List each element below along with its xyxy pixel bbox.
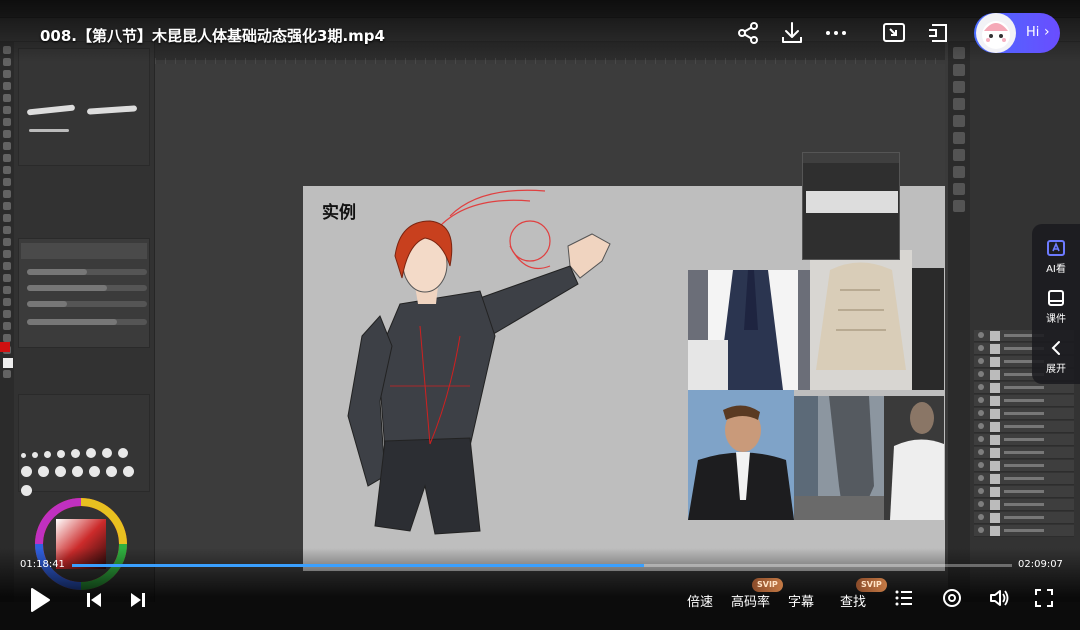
skip-next-icon bbox=[131, 593, 145, 607]
progress-played bbox=[72, 564, 645, 567]
recorded-tool-column bbox=[0, 42, 14, 602]
search-button[interactable]: 查找 bbox=[840, 591, 866, 610]
download-icon[interactable] bbox=[779, 20, 805, 46]
recorded-layer-row bbox=[974, 447, 1074, 459]
speed-button[interactable]: 倍速 bbox=[687, 591, 713, 610]
side-menu: AI看 课件 展开 bbox=[1032, 224, 1080, 384]
recorded-layer-row bbox=[974, 525, 1074, 537]
side-item-label: 课件 bbox=[1046, 314, 1066, 325]
reference-photo-vest bbox=[688, 270, 810, 390]
picture-in-picture-icon[interactable] bbox=[881, 20, 907, 46]
assistant-avatar-icon bbox=[976, 13, 1016, 53]
chevron-left-icon bbox=[1051, 341, 1060, 355]
courseware-icon bbox=[1048, 290, 1064, 306]
recorded-layer-row bbox=[974, 512, 1074, 524]
svip-badge: SVIP bbox=[856, 578, 887, 592]
share-icon[interactable] bbox=[735, 20, 761, 46]
recorded-layer-row bbox=[974, 408, 1074, 420]
bottom-gradient bbox=[0, 548, 1080, 630]
target-icon bbox=[943, 589, 961, 607]
playlist-button[interactable] bbox=[894, 588, 914, 612]
recorded-layer-row bbox=[974, 460, 1074, 472]
recorded-layer-row bbox=[974, 473, 1074, 485]
skip-previous-icon bbox=[87, 593, 101, 607]
side-item-expand[interactable]: 展开 bbox=[1032, 330, 1080, 380]
reference-photo-sweater bbox=[810, 250, 912, 390]
figure-illustration bbox=[347, 189, 611, 535]
next-button[interactable] bbox=[128, 590, 148, 614]
ai-view-icon bbox=[1047, 240, 1065, 256]
quality-button[interactable]: 高码率 bbox=[731, 591, 770, 610]
fullscreen-button[interactable] bbox=[1033, 587, 1055, 613]
play-button[interactable] bbox=[28, 587, 52, 617]
recorded-layer-row bbox=[974, 499, 1074, 511]
recorded-right-tools bbox=[948, 42, 970, 602]
recorded-layer-row bbox=[974, 486, 1074, 498]
side-item-label: 展开 bbox=[1046, 364, 1066, 375]
recorded-floating-panel bbox=[802, 152, 900, 260]
recorded-layer-row bbox=[974, 434, 1074, 446]
ai-assistant-button[interactable]: Hi › bbox=[974, 13, 1060, 53]
recorded-layer-row bbox=[974, 395, 1074, 407]
reference-photo-partial bbox=[912, 268, 944, 390]
recorded-layer-row bbox=[974, 421, 1074, 433]
cast-icon[interactable] bbox=[926, 20, 952, 46]
recorded-brush-size-dots bbox=[18, 445, 138, 502]
volume-icon bbox=[990, 590, 1009, 606]
assistant-label: Hi bbox=[1026, 25, 1040, 40]
side-item-label: AI看 bbox=[1046, 264, 1066, 275]
progress-bar[interactable] bbox=[72, 564, 1012, 567]
video-title: 008.【第八节】木昆昆人体基础动态强化3期.mp4 bbox=[40, 27, 385, 45]
playlist-icon bbox=[895, 590, 912, 606]
total-time: 02:09:07 bbox=[1018, 559, 1063, 570]
previous-button[interactable] bbox=[84, 590, 104, 614]
volume-button[interactable] bbox=[988, 587, 1010, 613]
current-time: 01:18:41 bbox=[20, 559, 65, 570]
more-icon[interactable] bbox=[823, 20, 849, 46]
reference-photo-leather-jacket bbox=[688, 390, 794, 520]
play-icon bbox=[31, 588, 50, 612]
reference-photo-suit bbox=[794, 396, 884, 520]
focus-mode-button[interactable] bbox=[941, 587, 963, 613]
chevron-right-icon: › bbox=[1044, 24, 1050, 40]
video-frame[interactable]: 实例 bbox=[0, 0, 1080, 630]
side-item-courseware[interactable]: 课件 bbox=[1032, 280, 1080, 330]
reference-photo-white-shirt bbox=[884, 396, 944, 520]
subtitle-button[interactable]: 字幕 bbox=[788, 591, 814, 610]
fullscreen-icon bbox=[1035, 589, 1053, 607]
side-item-ai-view[interactable]: AI看 bbox=[1032, 230, 1080, 280]
svip-badge: SVIP bbox=[752, 578, 783, 592]
